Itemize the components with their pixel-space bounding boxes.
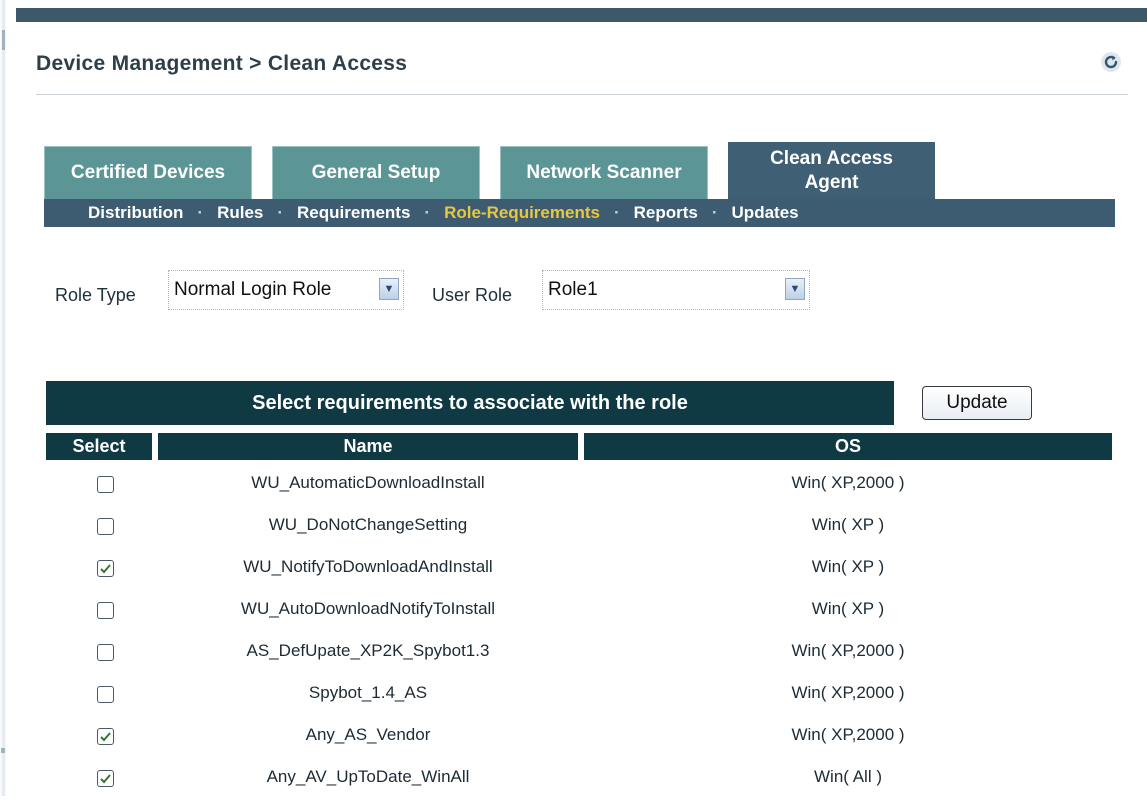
subnav-separator: ·	[711, 203, 718, 222]
chevron-down-icon[interactable]: ▼	[785, 278, 805, 300]
requirements-title: Select requirements to associate with th…	[46, 381, 894, 425]
requirement-os: Win( XP,2000 )	[791, 473, 905, 492]
user-role-value: Role1	[548, 279, 598, 300]
subnav-role-requirements[interactable]: Role-Requirements	[444, 203, 600, 223]
update-button[interactable]: Update	[922, 386, 1032, 420]
subnav-separator: ·	[197, 203, 204, 222]
row-checkbox[interactable]	[97, 476, 114, 493]
requirement-os: Win( XP,2000 )	[791, 641, 905, 660]
table-row: AS_DefUpate_XP2K_Spybot1.3 Win( XP,2000 )	[46, 633, 1112, 675]
requirement-name: WU_DoNotChangeSetting	[268, 515, 468, 534]
table-row: WU_NotifyToDownloadAndInstall Win( XP )	[46, 549, 1112, 591]
checkmark-icon	[100, 732, 111, 742]
row-checkbox[interactable]	[97, 686, 114, 703]
table-row: Any_AS_Vendor Win( XP,2000 )	[46, 717, 1112, 759]
user-role-select[interactable]: Role1 ▼	[542, 270, 810, 310]
requirement-name: AS_DefUpate_XP2K_Spybot1.3	[246, 641, 490, 660]
requirement-os: Win( All )	[814, 767, 882, 786]
requirement-os: Win( XP,2000 )	[791, 683, 905, 702]
top-banner-bar	[16, 8, 1147, 22]
subnav-distribution[interactable]: Distribution	[88, 203, 183, 223]
left-border	[0, 0, 6, 796]
row-checkbox[interactable]	[97, 728, 114, 745]
table-row: WU_AutoDownloadNotifyToInstall Win( XP )	[46, 591, 1112, 633]
table-row: Any_AV_UpToDate_WinAll Win( All )	[46, 759, 1112, 801]
column-header-name: Name	[158, 433, 578, 460]
requirement-os: Win( XP,2000 )	[791, 725, 905, 744]
user-role-label: User Role	[432, 285, 513, 305]
requirement-os: Win( XP )	[811, 515, 885, 534]
row-checkbox[interactable]	[97, 518, 114, 535]
subnav-requirements[interactable]: Requirements	[297, 203, 410, 223]
requirement-name: Spybot_1.4_AS	[308, 683, 428, 702]
requirement-name: Any_AS_Vendor	[305, 725, 431, 744]
header-divider	[36, 94, 1128, 95]
sub-navigation: Distribution · Rules · Requirements · Ro…	[44, 199, 1115, 227]
checkmark-icon	[100, 774, 111, 784]
row-checkbox[interactable]	[97, 602, 114, 619]
table-row: Spybot_1.4_AS Win( XP,2000 )	[46, 675, 1112, 717]
column-header-os: OS	[584, 433, 1112, 460]
table-row: WU_DoNotChangeSetting Win( XP )	[46, 507, 1112, 549]
subnav-updates[interactable]: Updates	[732, 203, 799, 223]
checkmark-icon	[100, 564, 111, 574]
refresh-icon[interactable]	[1100, 51, 1122, 73]
row-checkbox[interactable]	[97, 770, 114, 787]
table-row: WU_AutomaticDownloadInstall Win( XP,2000 …	[46, 465, 1112, 507]
tab-certified-devices[interactable]: Certified Devices	[44, 146, 252, 200]
subnav-separator: ·	[613, 203, 620, 222]
requirement-name: WU_AutomaticDownloadInstall	[251, 473, 485, 492]
chevron-down-icon[interactable]: ▼	[379, 278, 399, 300]
breadcrumb: Device Management > Clean Access	[36, 52, 408, 75]
subnav-reports[interactable]: Reports	[634, 203, 698, 223]
requirement-os: Win( XP )	[811, 599, 885, 618]
role-type-select[interactable]: Normal Login Role ▼	[168, 270, 404, 310]
row-checkbox[interactable]	[97, 560, 114, 577]
role-type-label: Role Type	[55, 285, 136, 305]
column-header-select: Select	[46, 433, 152, 460]
tab-clean-access-agent[interactable]: Clean Access Agent	[728, 142, 935, 200]
border-mark	[2, 30, 5, 50]
tab-general-setup[interactable]: General Setup	[272, 146, 480, 200]
subnav-separator: ·	[277, 203, 284, 222]
requirement-name: Any_AV_UpToDate_WinAll	[266, 767, 470, 786]
role-type-value: Normal Login Role	[174, 279, 332, 300]
subnav-rules[interactable]: Rules	[217, 203, 263, 223]
requirement-os: Win( XP )	[811, 557, 885, 576]
requirement-name: WU_AutoDownloadNotifyToInstall	[240, 599, 496, 618]
subnav-separator: ·	[424, 203, 431, 222]
tab-network-scanner[interactable]: Network Scanner	[500, 146, 708, 200]
requirement-name: WU_NotifyToDownloadAndInstall	[243, 557, 493, 576]
border-mark	[1, 748, 5, 753]
row-checkbox[interactable]	[97, 644, 114, 661]
